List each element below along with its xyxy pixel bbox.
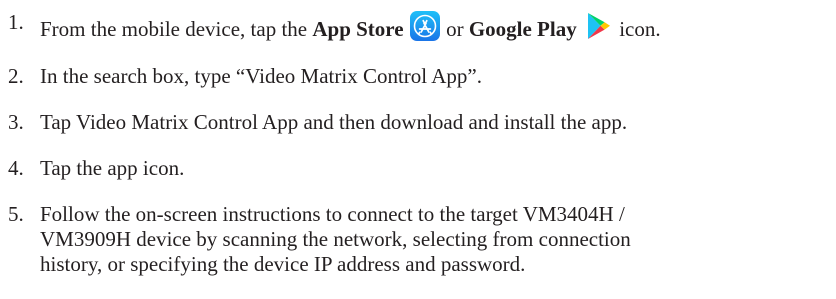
step-text-line: VM3909H device by scanning the network, … [40, 227, 631, 251]
app-store-label: App Store [312, 17, 404, 41]
step-number: 5. [8, 202, 24, 226]
step-text: In the search box, type “Video Matrix Co… [40, 64, 482, 88]
step-text-line: Follow the on-screen instructions to con… [40, 202, 625, 226]
step-text: From the mobile device, tap the App Stor… [40, 10, 661, 42]
step-number: 4. [8, 156, 24, 180]
step-number: 1. [8, 10, 24, 34]
step-text-before: From the mobile device, tap the [40, 17, 313, 41]
app-store-icon [409, 10, 441, 42]
step-text-line: history, or specifying the device IP add… [40, 252, 526, 276]
step-text: Follow the on-screen instructions to con… [40, 202, 631, 277]
step-text: Tap the app icon. [40, 156, 185, 180]
step-number: 2. [8, 64, 24, 88]
step-text: Tap Video Matrix Control App and then do… [40, 110, 628, 134]
step-number: 3. [8, 110, 24, 134]
google-play-label: Google Play [468, 17, 577, 41]
google-play-icon [582, 10, 614, 42]
step-text-connector: or [440, 17, 469, 41]
step-text-after: icon. [613, 17, 661, 41]
